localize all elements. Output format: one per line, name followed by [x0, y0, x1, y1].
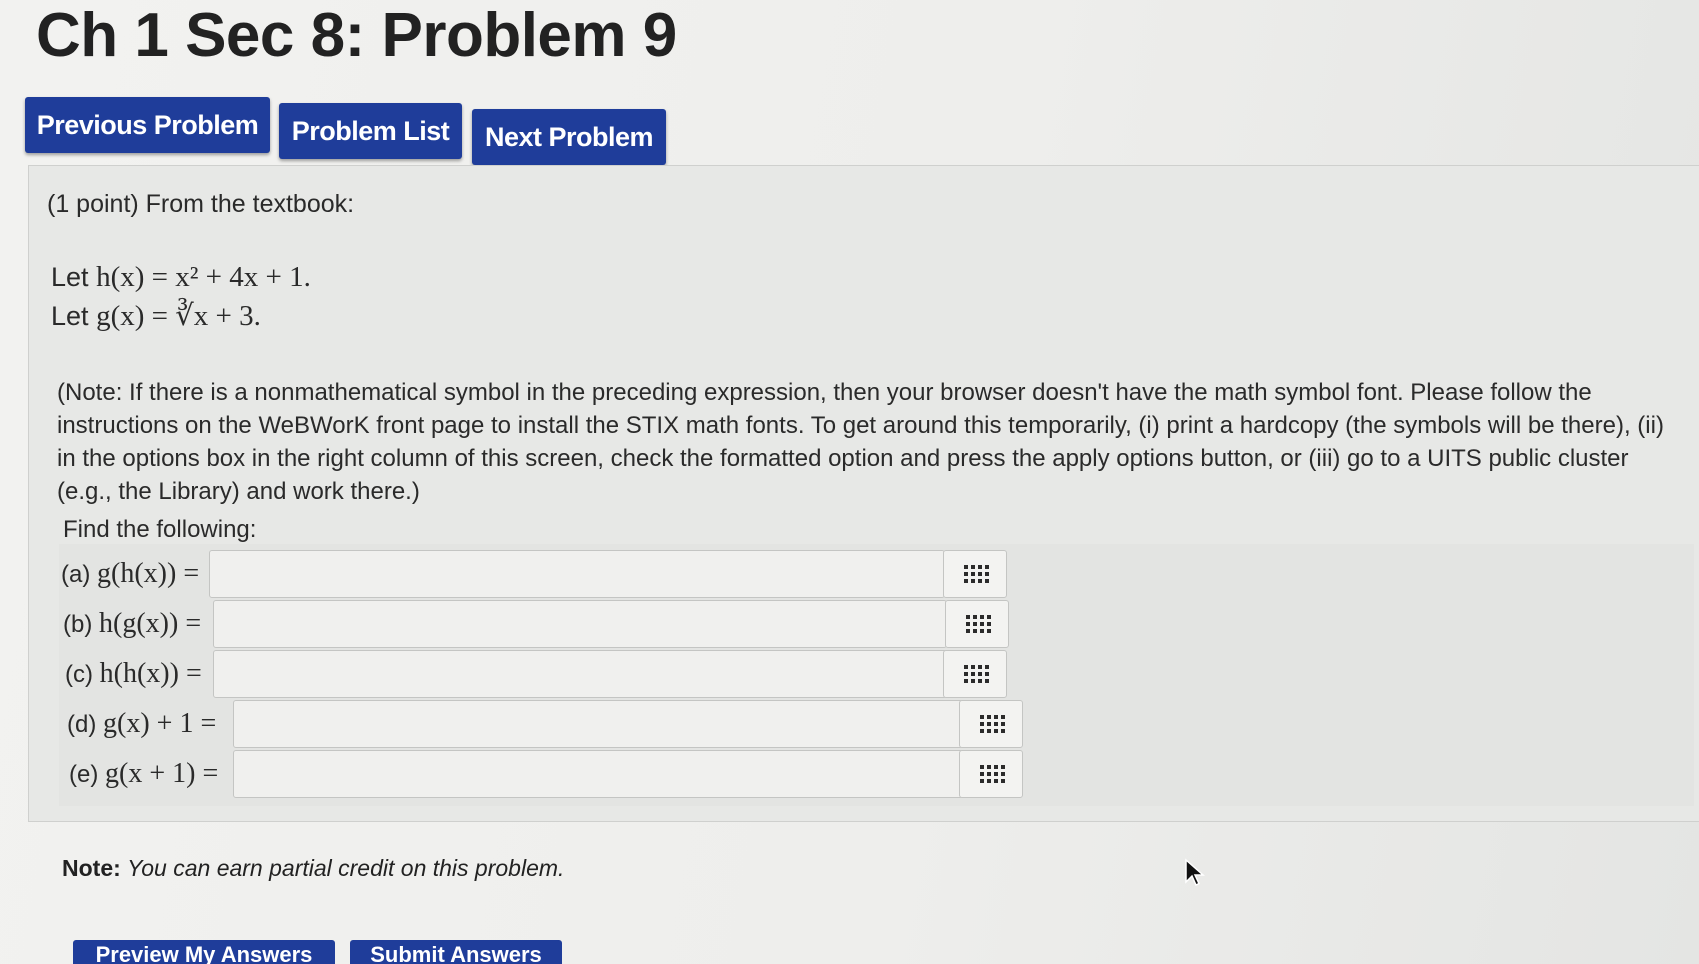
grid-icon: [966, 615, 991, 635]
answer-part-b: (b): [63, 611, 93, 638]
answer-input-c[interactable]: [213, 650, 947, 698]
grid-icon: [964, 665, 989, 685]
next-problem-button[interactable]: Next Problem: [472, 109, 666, 165]
answer-row-c: (c) h(h(x)) =: [65, 650, 1065, 700]
definition-h-prefix: Let: [51, 262, 89, 292]
find-instruction: Find the following:: [63, 516, 257, 543]
answer-label-d: (d) g(x) + 1 =: [67, 708, 216, 740]
definition-g-prefix: Let: [51, 301, 89, 331]
answer-expr-b: h(g(x)) =: [99, 608, 202, 639]
answer-part-e: (e): [69, 761, 99, 788]
partial-credit-note-label: Note:: [62, 855, 121, 881]
answer-expr-e: g(x + 1) =: [105, 758, 219, 789]
answer-input-e[interactable]: [233, 750, 963, 798]
answer-part-a: (a): [61, 561, 91, 588]
answer-expr-d: g(x) + 1 =: [103, 708, 217, 739]
problem-box: (1 point) From the textbook: Let h(x) = …: [28, 165, 1699, 822]
grid-icon: [980, 765, 1005, 785]
partial-credit-note-text: You can earn partial credit on this prob…: [127, 855, 565, 881]
answer-input-b[interactable]: [213, 600, 947, 648]
partial-credit-note: Note: You can earn partial credit on thi…: [62, 855, 564, 882]
grid-icon: [964, 565, 989, 585]
submit-answers-button[interactable]: Submit Answers: [350, 940, 562, 964]
definition-g: Let g(x) = ∛x + 3.: [51, 298, 261, 333]
answer-part-c: (c): [65, 661, 93, 688]
answer-label-c: (c) h(h(x)) =: [65, 658, 202, 690]
page-title: Ch 1 Sec 8: Problem 9: [36, 1, 677, 70]
answer-input-a[interactable]: [209, 550, 945, 598]
answer-row-e: (e) g(x + 1) =: [69, 750, 1089, 800]
equation-editor-button-d[interactable]: [959, 700, 1023, 748]
definition-g-formula: g(x) = ∛x + 3.: [96, 300, 261, 332]
previous-problem-button[interactable]: Previous Problem: [25, 97, 270, 153]
grid-icon: [980, 715, 1005, 735]
answer-row-b: (b) h(g(x)) =: [63, 600, 1063, 650]
equation-editor-button-a[interactable]: [943, 550, 1007, 598]
answer-part-d: (d): [67, 711, 97, 738]
problem-header: (1 point) From the textbook:: [47, 190, 355, 218]
answer-expr-a: g(h(x)) =: [97, 558, 200, 589]
answer-label-b: (b) h(g(x)) =: [63, 608, 201, 640]
equation-editor-button-e[interactable]: [959, 750, 1023, 798]
answers-panel: (a) g(h(x)) = (b) h(g(x)) = (c) h(h(x)) …: [59, 544, 1694, 806]
preview-answers-button[interactable]: Preview My Answers: [73, 940, 335, 964]
font-note: (Note: If there is a nonmathematical sym…: [57, 379, 1664, 505]
answer-row-d: (d) g(x) + 1 =: [67, 700, 1087, 750]
answer-label-e: (e) g(x + 1) =: [69, 758, 218, 790]
equation-editor-button-b[interactable]: [945, 600, 1009, 648]
answer-label-a: (a) g(h(x)) =: [61, 558, 199, 590]
answer-expr-c: h(h(x)) =: [99, 658, 202, 689]
answer-row-a: (a) g(h(x)) =: [61, 550, 1061, 600]
definition-h-formula: h(x) = x² + 4x + 1.: [96, 261, 311, 293]
problem-list-button[interactable]: Problem List: [279, 103, 462, 159]
answer-input-d[interactable]: [233, 700, 963, 748]
equation-editor-button-c[interactable]: [943, 650, 1007, 698]
definition-h: Let h(x) = x² + 4x + 1.: [51, 261, 311, 294]
webwork-page: Ch 1 Sec 8: Problem 9 Previous Problem P…: [0, 0, 1699, 964]
